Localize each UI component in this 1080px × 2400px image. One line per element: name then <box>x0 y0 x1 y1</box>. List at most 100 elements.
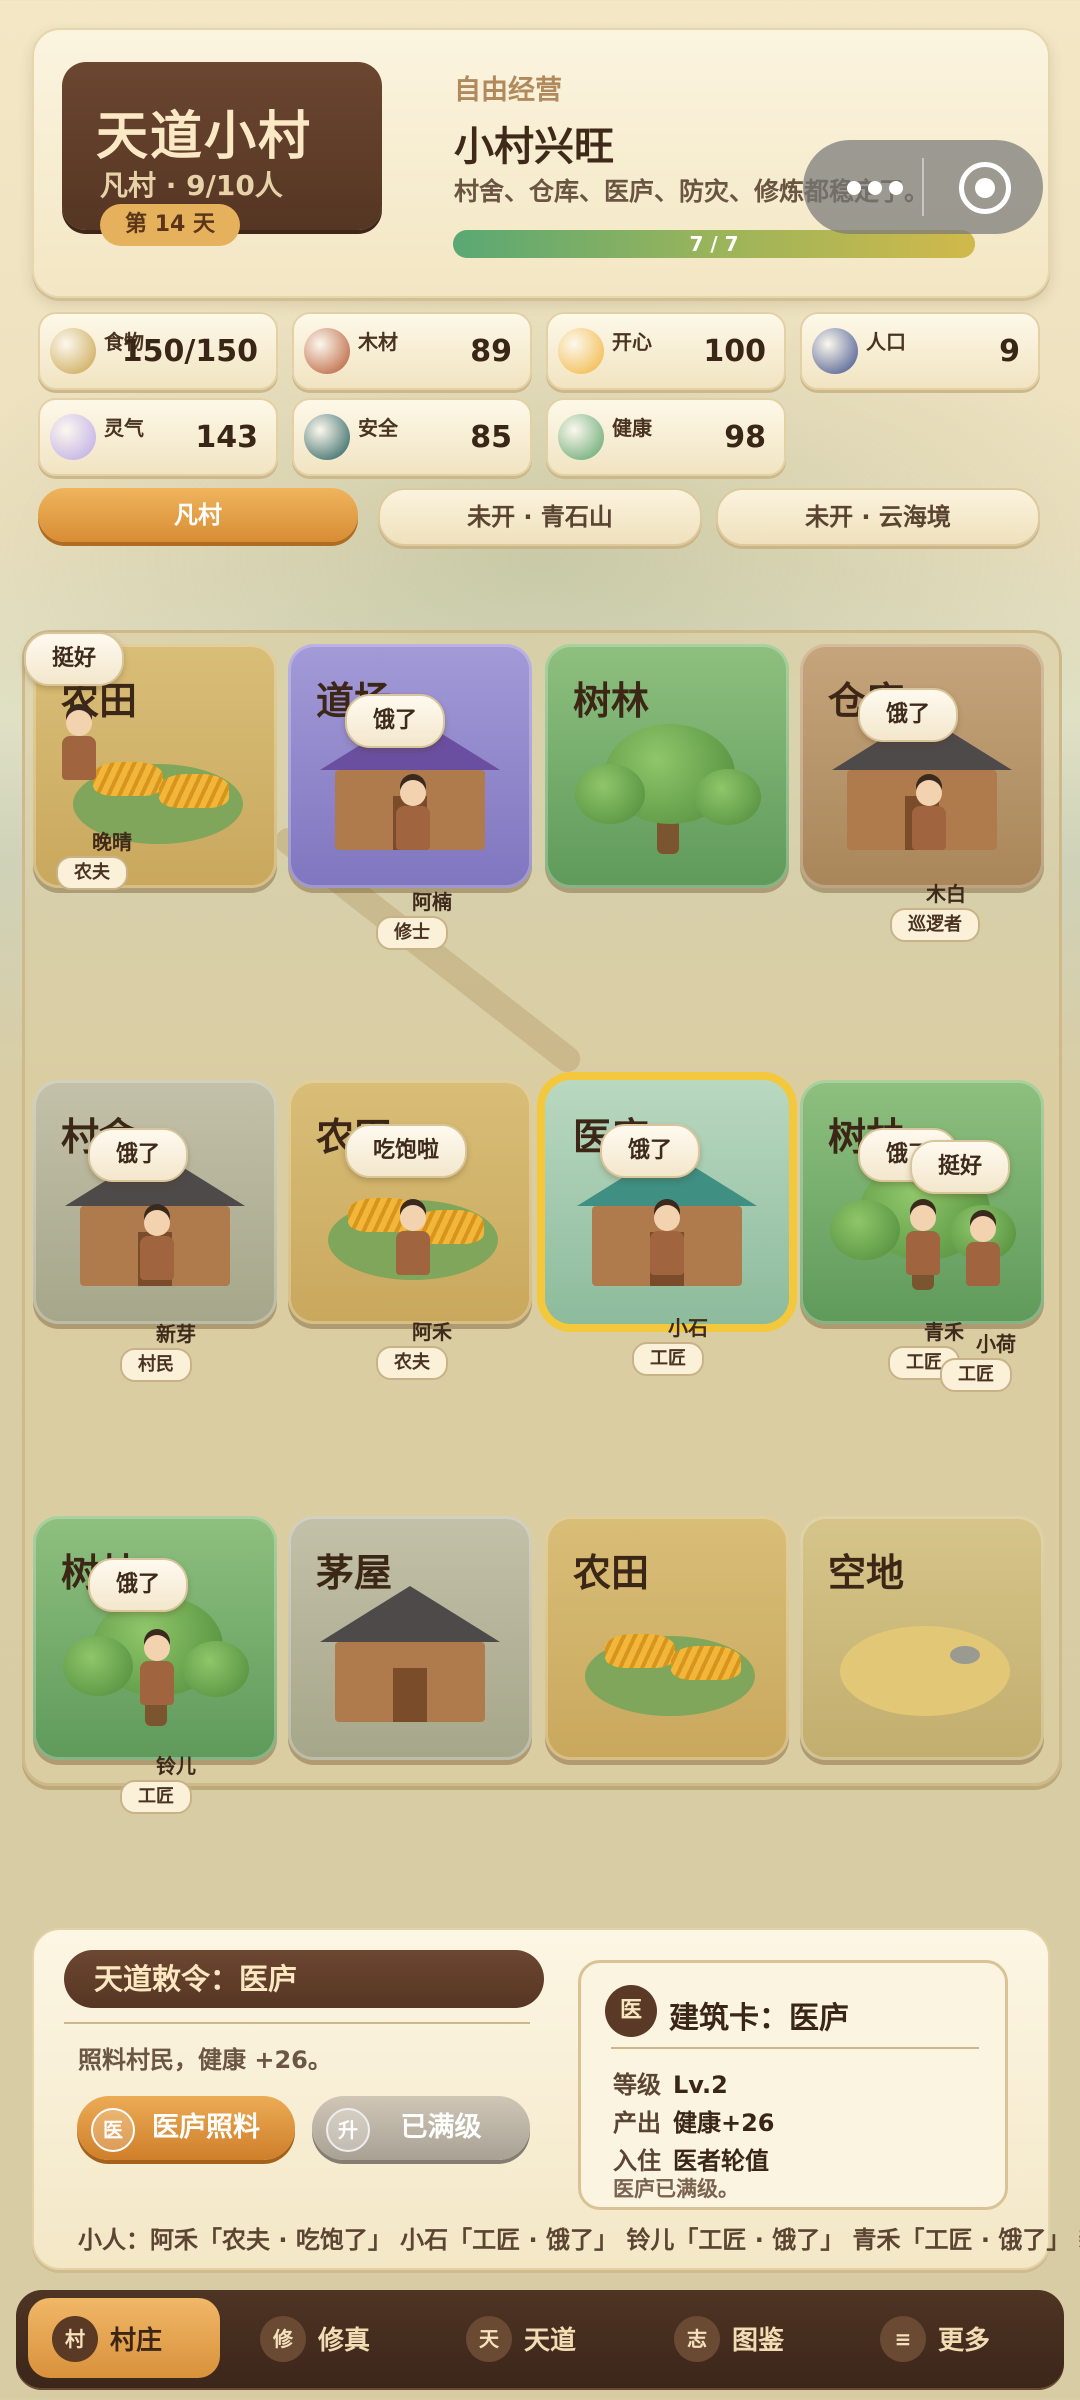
tile-forest[interactable]: 树林 <box>800 1080 1044 1324</box>
villager-ticker: 小人：阿禾「农夫 · 吃饱了」 小石「工匠 · 饿了」 铃儿「工匠 · 饿了」 … <box>78 2226 1080 2254</box>
card-row-output: 产出 健康+26 <box>613 2109 775 2137</box>
cultivate-icon: 修 <box>260 2316 306 2362</box>
tree-icon <box>695 769 761 825</box>
villager-sprite[interactable] <box>392 780 432 860</box>
villager-head <box>970 1216 996 1242</box>
decree-description: 照料村民，健康 +26。 <box>78 2046 332 2074</box>
empty-plot <box>840 1626 1010 1716</box>
resource-label: 安全 <box>358 416 398 440</box>
mood-bubble: 饿了 <box>88 1128 189 1182</box>
tile-name: 空地 <box>828 1551 905 1595</box>
decree-title: 天道敕令：医庐 <box>64 1950 544 2008</box>
villager-sprite[interactable] <box>902 1205 942 1285</box>
spirit-icon <box>50 414 96 460</box>
tile-farm[interactable]: 农田 <box>288 1080 532 1324</box>
villager-sprite[interactable] <box>646 1205 686 1285</box>
villager-sprite[interactable] <box>908 780 948 860</box>
status-title: 小村兴旺 <box>454 124 614 170</box>
heal-action-button[interactable]: 医 医庐照料 <box>77 2096 295 2160</box>
villager-role-badge: 农夫 <box>376 1346 448 1380</box>
tree-icon <box>63 1636 133 1696</box>
region-tab-yunhai[interactable]: 未开 · 云海境 <box>716 488 1040 546</box>
nav-label: 村庄 <box>110 2326 163 2356</box>
villager-role-badge: 巡逻者 <box>890 908 980 942</box>
people-icon <box>812 328 858 374</box>
tile-med[interactable]: 医庐 <box>545 1080 789 1324</box>
tree-icon <box>830 1200 900 1260</box>
codex-icon: 志 <box>674 2316 720 2362</box>
resource-value: 143 <box>195 420 258 455</box>
close-target-icon[interactable] <box>959 162 1011 214</box>
villager-name: 小石 <box>668 1316 708 1340</box>
villager-sprite[interactable] <box>962 1216 1002 1296</box>
villager-head <box>916 780 942 806</box>
tile-house[interactable]: 茅屋 <box>288 1516 532 1760</box>
villager-role-badge: 农夫 <box>56 856 128 890</box>
more-dots-icon[interactable] <box>847 180 910 199</box>
villager-name: 小荷 <box>976 1332 1016 1356</box>
villager-role-badge: 工匠 <box>940 1358 1012 1392</box>
villager-head <box>144 1210 170 1236</box>
villager-head <box>66 710 92 736</box>
capsule-divider <box>922 158 924 216</box>
day-badge: 第 14 天 <box>100 204 240 246</box>
tree-icon <box>183 1641 249 1697</box>
resource-label: 开心 <box>612 330 652 354</box>
tile-name: 树林 <box>573 679 650 723</box>
card-row-resident: 入住 医者轮值 <box>613 2147 769 2175</box>
miniprogram-capsule[interactable] <box>803 140 1043 234</box>
tile-empty[interactable]: 空地 <box>800 1516 1044 1760</box>
wood-icon <box>304 328 350 374</box>
building-card: 医 建筑卡：医庐 等级 Lv.2 产出 健康+26 入住 医者轮值 医庐已满级。 <box>578 1960 1008 2210</box>
resource-safety: 安全 85 <box>292 398 532 476</box>
villager-name: 木白 <box>926 882 966 906</box>
nav-tab-more[interactable]: ≡ 更多 <box>856 2298 1048 2378</box>
resource-label: 木材 <box>358 330 398 354</box>
resource-value: 98 <box>724 420 766 455</box>
resource-population: 人口 9 <box>800 312 1040 390</box>
villager-name: 阿楠 <box>412 890 452 914</box>
resource-wood: 木材 89 <box>292 312 532 390</box>
nav-label: 天道 <box>524 2326 577 2356</box>
game-mode: 自由经营 <box>454 75 562 106</box>
tile-forest[interactable]: 树林 <box>545 644 789 888</box>
villager-head <box>910 1205 936 1231</box>
card-row-level: 等级 Lv.2 <box>613 2071 728 2099</box>
resource-food: 食物 150/150 <box>38 312 278 390</box>
villager-sprite[interactable] <box>58 710 98 790</box>
herb-icon <box>558 414 604 460</box>
villager-sprite[interactable] <box>392 1205 432 1285</box>
hay-icon <box>159 774 229 808</box>
mood-bubble: 饿了 <box>345 694 446 748</box>
region-tab-qingshi[interactable]: 未开 · 青石山 <box>378 488 702 546</box>
nav-tab-cultivate[interactable]: 修 修真 <box>236 2298 428 2378</box>
resource-label: 灵气 <box>104 416 144 440</box>
villager-name: 铃儿 <box>156 1754 196 1778</box>
nav-tab-heaven[interactable]: 天 天道 <box>442 2298 634 2378</box>
resource-value: 85 <box>470 420 512 455</box>
villager-sprite[interactable] <box>136 1635 176 1715</box>
village-name: 天道小村 <box>96 107 313 167</box>
medicine-badge-icon: 医 <box>605 1985 657 2037</box>
nav-label: 修真 <box>318 2326 371 2356</box>
card-note: 医庐已满级。 <box>613 2177 739 2201</box>
hay-icon <box>671 1646 741 1680</box>
smile-icon <box>558 328 604 374</box>
resource-happy: 开心 100 <box>546 312 786 390</box>
medicine-icon: 医 <box>91 2108 135 2152</box>
mood-bubble: 饿了 <box>600 1124 701 1178</box>
villager-body <box>912 806 946 850</box>
nav-tab-codex[interactable]: 志 图鉴 <box>650 2298 842 2378</box>
upgrade-button[interactable]: 升 已满级 <box>312 2096 530 2160</box>
villager-role-badge: 工匠 <box>632 1342 704 1376</box>
villager-body <box>906 1231 940 1275</box>
tile-farm[interactable]: 农田 <box>545 1516 789 1760</box>
grain-icon <box>50 328 96 374</box>
region-tab-village[interactable]: 凡村 <box>38 488 358 542</box>
villager-sprite[interactable] <box>136 1210 176 1290</box>
village-population: 凡村 · 9/10人 <box>100 169 283 202</box>
nav-tab-village[interactable]: 村 村庄 <box>28 2298 220 2378</box>
villager-head <box>400 1205 426 1231</box>
villager-body <box>140 1236 174 1280</box>
villager-role-badge: 工匠 <box>120 1780 192 1814</box>
